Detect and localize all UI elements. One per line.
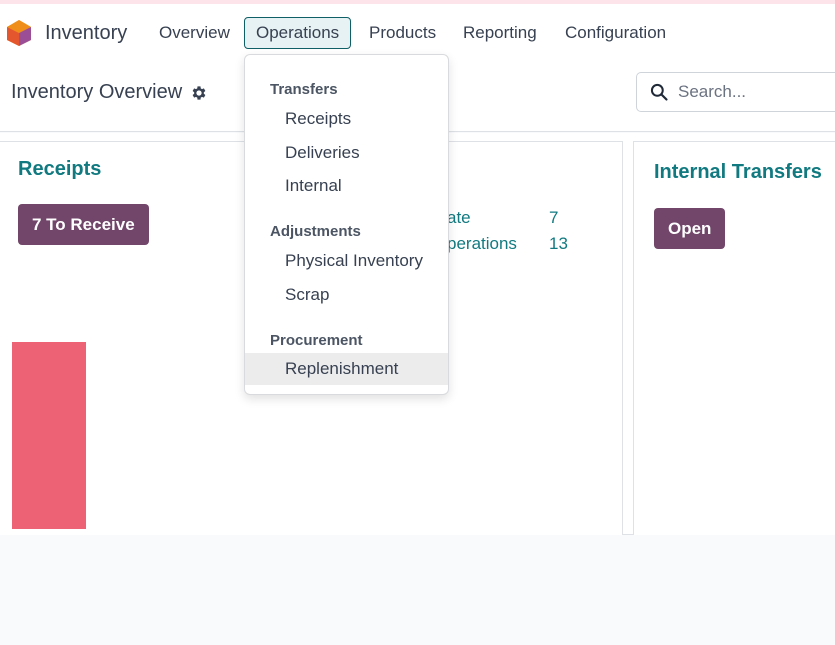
internal-transfers-card: Internal Transfers Open — [633, 141, 835, 535]
dropdown-header-transfers: Transfers — [270, 81, 338, 98]
menu-item-receipts[interactable]: Receipts — [245, 103, 448, 135]
app-name: Inventory — [45, 21, 128, 44]
graph-bar[interactable] — [12, 342, 86, 529]
to-receive-button[interactable]: 7 To Receive — [18, 204, 149, 245]
menu-item-deliveries[interactable]: Deliveries — [245, 137, 448, 169]
menu-item-internal[interactable]: Internal — [245, 170, 448, 202]
page-title: Inventory Overview — [11, 81, 208, 104]
gear-icon[interactable] — [190, 84, 208, 102]
search-box[interactable] — [636, 72, 835, 112]
search-input[interactable] — [678, 82, 828, 102]
stat-late-value[interactable]: 7 — [549, 208, 558, 228]
search-icon — [650, 83, 668, 101]
stat-late-label[interactable]: ate — [447, 208, 471, 228]
menu-item-replenishment[interactable]: Replenishment — [245, 353, 448, 385]
nav-products[interactable]: Products — [357, 17, 448, 49]
nav-operations[interactable]: Operations — [244, 17, 352, 49]
dropdown-header-adjustments: Adjustments — [270, 223, 361, 240]
stat-operations-value[interactable]: 13 — [549, 234, 568, 254]
nav-overview[interactable]: Overview — [147, 17, 242, 49]
menu-item-physical-inventory[interactable]: Physical Inventory — [245, 245, 448, 277]
open-button[interactable]: Open — [654, 208, 726, 249]
internal-transfers-card-title[interactable]: Internal Transfers — [654, 161, 822, 184]
nav-reporting[interactable]: Reporting — [451, 17, 549, 49]
stat-operations-label[interactable]: perations — [447, 234, 517, 254]
odoo-inventory-logo-icon — [7, 20, 31, 46]
app-brand[interactable]: Inventory — [6, 19, 127, 47]
receipts-card-title[interactable]: Receipts — [18, 158, 101, 181]
nav-configuration[interactable]: Configuration — [553, 17, 678, 49]
menu-item-scrap[interactable]: Scrap — [245, 279, 448, 311]
dropdown-header-procurement: Procurement — [270, 332, 363, 349]
page-title-text: Inventory Overview — [11, 81, 183, 103]
operations-dropdown-menu: Transfers Receipts Deliveries Internal A… — [244, 54, 449, 395]
